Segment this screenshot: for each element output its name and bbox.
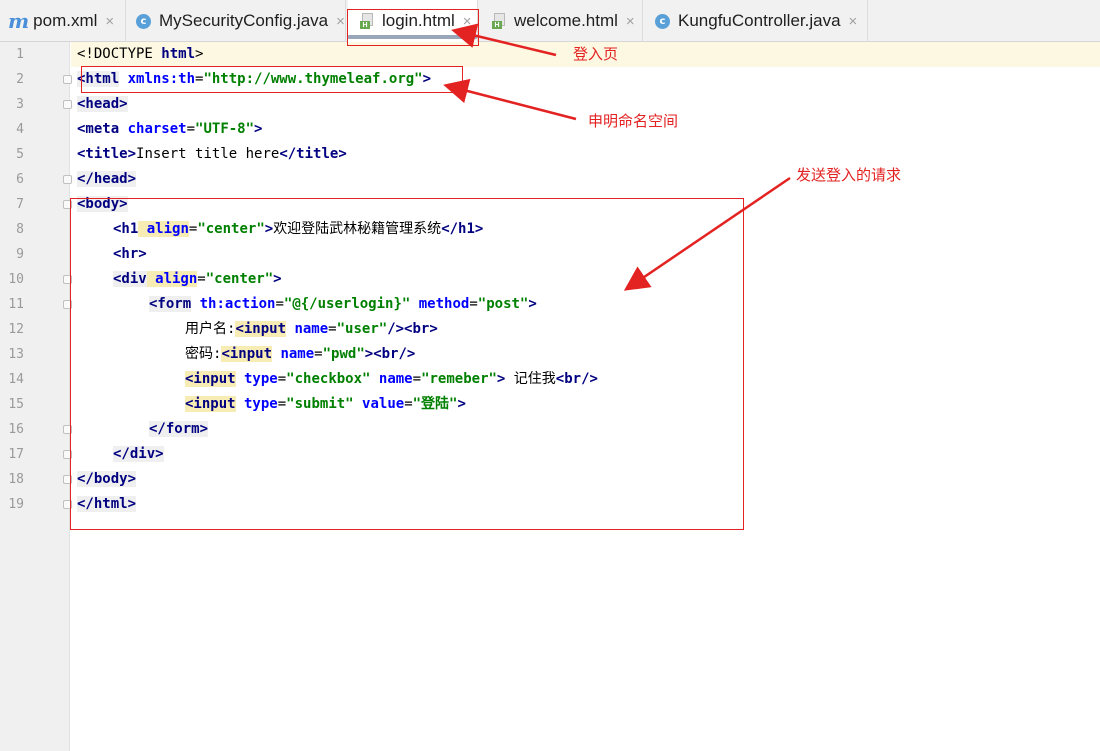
maven-m-icon: m xyxy=(8,9,30,33)
html-badge: H xyxy=(492,21,502,29)
line-number: 4 xyxy=(16,122,24,137)
editor-tab-bar: m pom.xml × c MySecurityConfig.java × H … xyxy=(0,0,1100,42)
tag-meta: <meta xyxy=(77,121,120,137)
line-number-gutter: 1 2 3 4 5 6 7 8 9 10 11 12 13 14 15 16 1… xyxy=(0,42,72,751)
code-line-5[interactable]: <title>Insert title here</title> xyxy=(77,142,347,167)
line-number: 6 xyxy=(16,172,24,187)
tab-mysecurityconfig-java[interactable]: c MySecurityConfig.java × xyxy=(126,0,346,42)
tab-pom-xml[interactable]: m pom.xml × xyxy=(0,0,126,42)
equals: = xyxy=(186,121,196,137)
line-number: 5 xyxy=(16,147,24,162)
close-icon[interactable]: × xyxy=(849,13,858,30)
tab-welcome-html[interactable]: H welcome.html × xyxy=(480,0,643,42)
line-number: 17 xyxy=(8,447,24,462)
tab-label: MySecurityConfig.java xyxy=(159,11,329,30)
html-file-icon: H xyxy=(492,13,506,29)
highlight-box-tab xyxy=(347,9,479,46)
close-icon[interactable]: × xyxy=(105,13,114,30)
tag-title-close: </title> xyxy=(279,146,347,162)
doctype-text: <!DOCTYPE xyxy=(77,46,162,62)
tag-head-open: <head> xyxy=(77,96,128,112)
line-number: 2 xyxy=(16,72,24,87)
highlight-box-namespace xyxy=(81,66,463,93)
tag-head-close: </head> xyxy=(77,171,137,187)
line-number: 9 xyxy=(16,247,24,262)
code-line-6[interactable]: </head> xyxy=(77,167,137,192)
line-number: 15 xyxy=(8,397,24,412)
title-text: Insert title here xyxy=(136,146,280,162)
line-number: 1 xyxy=(16,47,24,62)
line-number: 12 xyxy=(8,322,24,337)
line-number: 8 xyxy=(16,222,24,237)
doctype-html: html xyxy=(161,46,196,62)
annotation-namespace: 申明命名空间 xyxy=(588,112,679,130)
annotation-login-request: 发送登入的请求 xyxy=(796,166,902,184)
line-number: 19 xyxy=(8,497,24,512)
java-class-icon: c xyxy=(655,13,670,29)
tab-label: KungfuController.java xyxy=(678,11,841,30)
code-line-4[interactable]: <meta charset="UTF-8"> xyxy=(77,117,262,142)
code-line-1[interactable]: <!DOCTYPE html> xyxy=(77,42,203,67)
tab-label: pom.xml xyxy=(33,11,98,30)
highlight-box-body xyxy=(70,198,744,530)
line-number: 11 xyxy=(8,297,24,312)
tag-close: > xyxy=(254,121,263,137)
close-icon[interactable]: × xyxy=(336,13,345,30)
line-number: 16 xyxy=(8,422,24,437)
code-line-3[interactable]: <head> xyxy=(77,92,128,117)
line-number: 3 xyxy=(16,97,24,112)
attr-charset: charset xyxy=(119,121,187,137)
line-number: 14 xyxy=(8,372,24,387)
line-number: 13 xyxy=(8,347,24,362)
tab-kungfucontroller-java[interactable]: c KungfuController.java × xyxy=(643,0,868,42)
line-number: 7 xyxy=(16,197,24,212)
doctype-close: > xyxy=(195,46,204,62)
tag-title-open: <title> xyxy=(77,146,137,162)
line-number: 10 xyxy=(8,272,24,287)
line-number: 18 xyxy=(8,472,24,487)
annotation-login-page: 登入页 xyxy=(573,45,619,63)
string-value: "UTF-8" xyxy=(195,121,255,137)
tab-label: welcome.html xyxy=(514,11,618,30)
close-icon[interactable]: × xyxy=(626,13,635,30)
java-class-icon: c xyxy=(136,13,151,29)
